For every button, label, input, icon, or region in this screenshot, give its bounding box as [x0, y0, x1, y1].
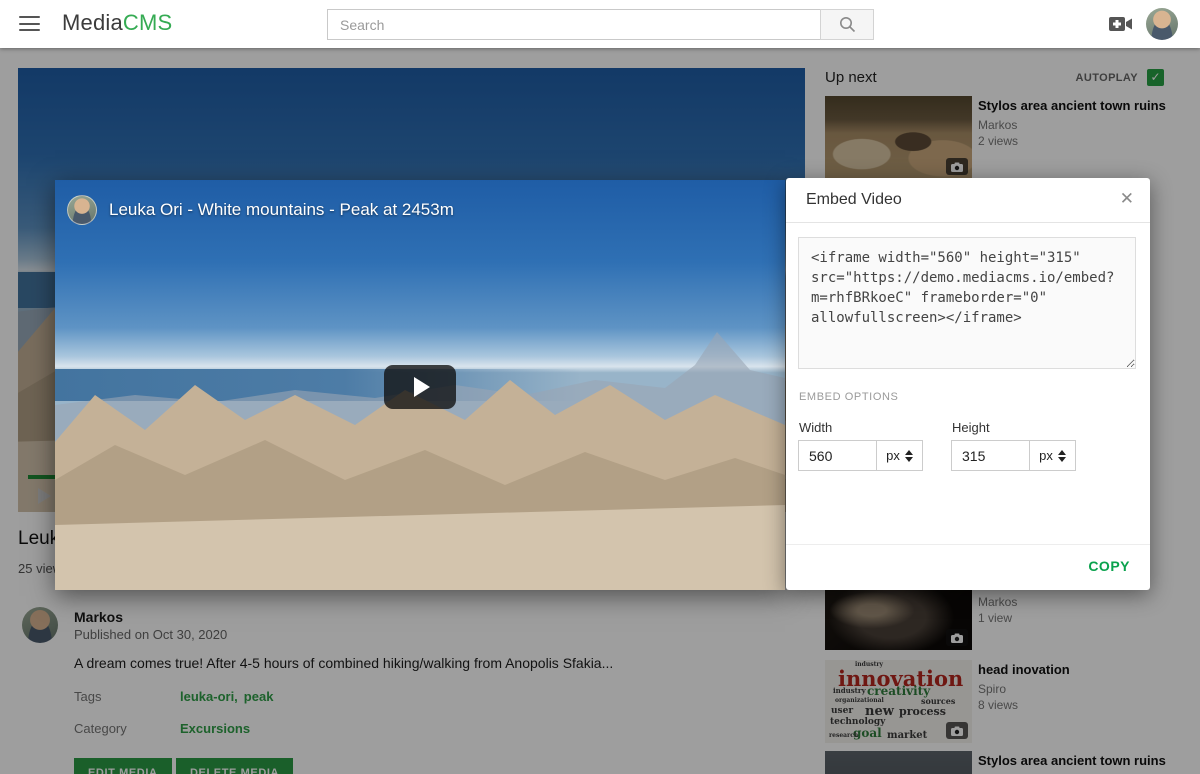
width-field-group: px — [798, 440, 923, 471]
height-unit-select[interactable]: px — [1029, 440, 1076, 471]
width-input[interactable] — [798, 440, 876, 471]
upload-video-icon[interactable] — [1108, 13, 1134, 35]
modal-title: Embed Video — [806, 191, 902, 209]
modal-header: Embed Video ✕ — [786, 178, 1150, 223]
user-avatar[interactable] — [1146, 8, 1178, 40]
search-icon — [839, 16, 856, 33]
spinner-icon — [1058, 450, 1066, 462]
width-label: Width — [799, 420, 832, 435]
logo-media-text: Media — [62, 10, 123, 35]
spinner-icon — [905, 450, 913, 462]
menu-icon[interactable] — [19, 16, 40, 31]
width-unit-select[interactable]: px — [876, 440, 923, 471]
height-label: Height — [952, 420, 990, 435]
mediacms-logo[interactable]: MediaCMS — [62, 10, 172, 36]
preview-title-bar: Leuka Ori - White mountains - Peak at 24… — [67, 195, 454, 225]
preview-video-title: Leuka Ori - White mountains - Peak at 24… — [109, 200, 454, 220]
embed-code-textarea[interactable]: <iframe width="560" height="315" src="ht… — [798, 237, 1136, 369]
close-icon[interactable]: ✕ — [1120, 189, 1134, 209]
embed-preview-player[interactable]: Leuka Ori - White mountains - Peak at 24… — [55, 180, 785, 590]
unit-label: px — [886, 448, 900, 463]
height-field-group: px — [951, 440, 1076, 471]
logo-cms-text: CMS — [123, 10, 173, 35]
videocam-plus-icon — [1108, 13, 1134, 35]
search-input[interactable] — [327, 9, 820, 40]
play-button[interactable] — [384, 365, 456, 409]
height-input[interactable] — [951, 440, 1029, 471]
embed-options-label: EMBED OPTIONS — [799, 391, 898, 403]
uploader-avatar[interactable] — [67, 195, 97, 225]
top-navbar: MediaCMS — [0, 0, 1200, 48]
copy-button[interactable]: COPY — [1088, 558, 1130, 574]
play-icon — [414, 377, 430, 397]
search-button[interactable] — [820, 9, 874, 40]
modal-footer: COPY — [786, 544, 1150, 590]
mediacms-page: Leuka Ori - White mountains - Peak at 24… — [0, 0, 1200, 774]
unit-label: px — [1039, 448, 1053, 463]
search-form — [327, 9, 874, 40]
embed-video-modal: Embed Video ✕ <iframe width="560" height… — [786, 178, 1150, 590]
